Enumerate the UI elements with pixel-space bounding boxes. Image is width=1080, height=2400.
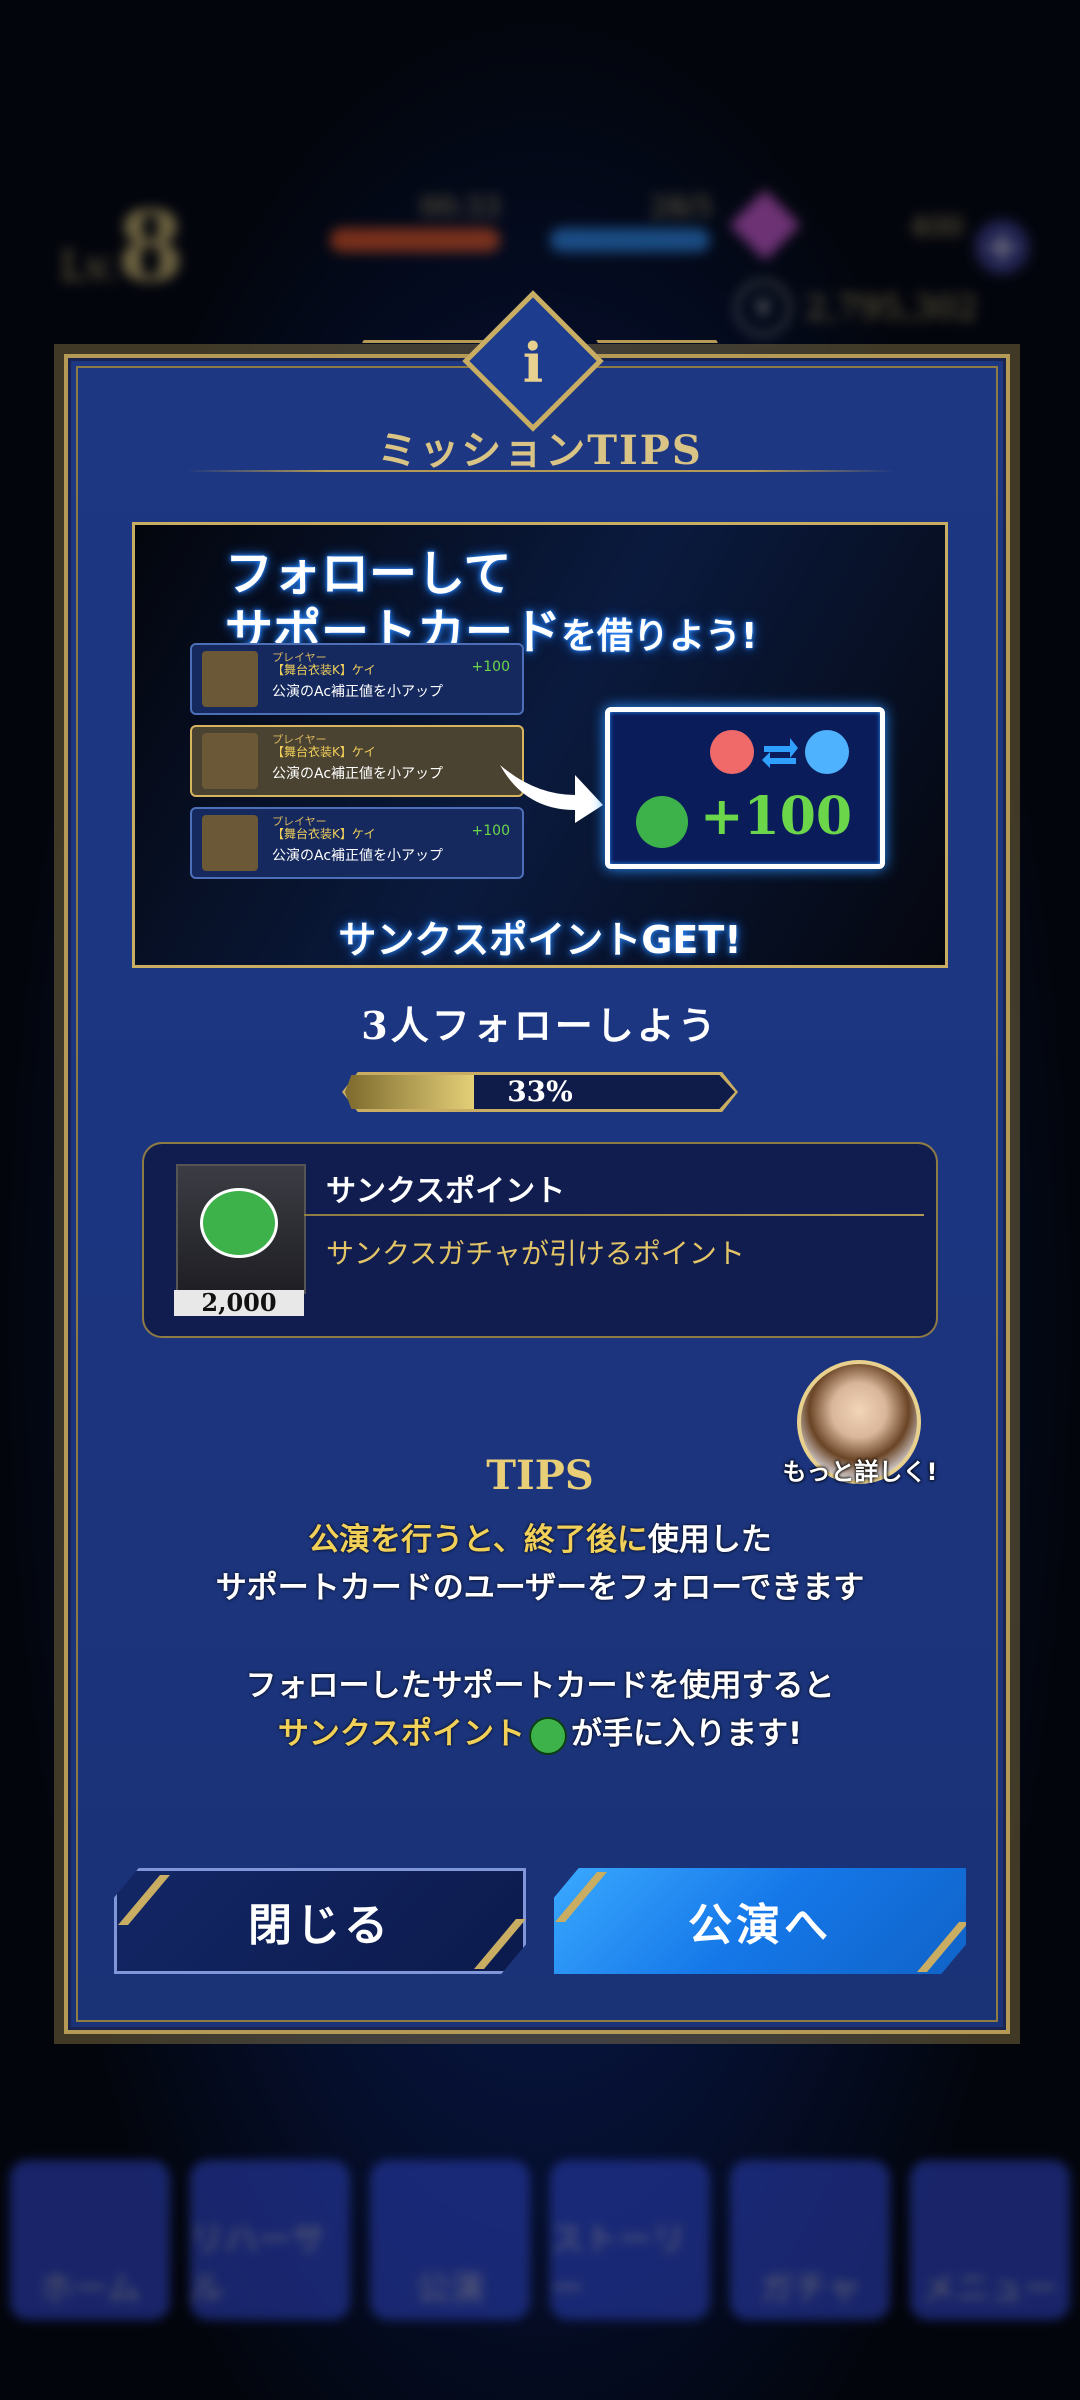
reward-count: 2,000: [174, 1290, 304, 1316]
card-desc: 公演のAc補正値を小アップ: [272, 766, 444, 782]
banner-footer: サンクスポイントGET!: [338, 918, 742, 962]
sad-emoji-icon: [710, 730, 754, 774]
swap-arrows-icon: [762, 738, 798, 768]
nav-performance[interactable]: 公演: [370, 2160, 530, 2320]
support-card-sample: プレイヤー 【舞台衣装K】ケイ +100 公演のAc補正値を小アップ: [190, 807, 524, 879]
card-bonus: +100: [471, 823, 510, 839]
card-desc: 公演のAc補正値を小アップ: [272, 684, 444, 700]
card-desc: 公演のAc補正値を小アップ: [272, 848, 444, 864]
reward-item-icon: [176, 1164, 306, 1294]
tips-heading: TIPS: [486, 1452, 594, 1499]
card-portrait: [202, 815, 258, 871]
stamina-bar: [330, 228, 500, 252]
header-ornament-right: [596, 340, 724, 353]
card-portrait: [202, 733, 258, 789]
title-divider: [185, 470, 895, 472]
level-prefix: Lv.: [60, 244, 118, 290]
tips-line-2: サポートカードのユーザーをフォローできます: [215, 1570, 865, 1606]
card-name: 【舞台衣装K】ケイ: [272, 663, 376, 677]
level-value: 8: [117, 190, 184, 303]
close-button-label: 閉じる: [248, 1900, 392, 1951]
dialog-title: ミッションTIPS: [377, 427, 703, 474]
bp-bar: [550, 228, 710, 252]
tips-line-1: 公演を行うと、終了後に使用した: [0, 1514, 1080, 1559]
nav-story[interactable]: ストーリー: [550, 2160, 710, 2320]
tips-line-3: フォローしたサポートカードを使用すると: [245, 1668, 835, 1704]
banner-headline-line1: フォローして: [225, 546, 512, 602]
progress-label: 33%: [507, 1075, 573, 1108]
gem-icon: [729, 189, 801, 261]
card-bonus: +100: [471, 659, 510, 675]
tips-line-4: サンクスポイント が手に入ります!: [0, 1708, 1080, 1755]
banner-headline-line2b: を借りよう!: [561, 616, 758, 657]
go-to-performance-button[interactable]: 公演へ: [554, 1868, 966, 1974]
mission-text: 3人フォローしよう: [361, 1003, 719, 1048]
player-level: Lv.8: [60, 190, 184, 303]
card-name: 【舞台衣装K】ケイ: [272, 745, 376, 759]
card-portrait: [202, 651, 258, 707]
thanks-point-icon: [200, 1188, 278, 1258]
support-card-sample: プレイヤー 【舞台衣装K】ケイ +100 公演のAc補正値を小アップ: [190, 643, 524, 715]
arrow-icon: [500, 765, 603, 823]
nav-home[interactable]: ホーム: [10, 2160, 170, 2320]
coin-count: 2,795,302: [805, 288, 979, 328]
stamina-timer: 00:33: [420, 190, 501, 223]
add-gems-button[interactable]: +: [975, 220, 1029, 274]
close-button[interactable]: 閉じる: [114, 1868, 526, 1974]
support-card-sample: プレイヤー 【舞台衣装K】ケイ 公演のAc補正値を小アップ: [190, 725, 524, 797]
go-button-label: 公演へ: [688, 1900, 832, 1951]
thanks-point-icon: [636, 796, 688, 848]
neutral-emoji-icon: [805, 730, 849, 774]
bp-counter: 28/5: [650, 190, 713, 223]
nav-rehearsal[interactable]: リハーサル: [190, 2160, 350, 2320]
card-name: 【舞台衣装K】ケイ: [272, 827, 376, 841]
bonus-value: +100: [700, 786, 853, 847]
nav-gacha[interactable]: ガチャ: [730, 2160, 890, 2320]
tips-banner: フォローして サポートカードを借りよう! プレイヤー 【舞台衣装K】ケイ +10…: [132, 522, 948, 968]
reward-divider: [304, 1214, 924, 1216]
coin-icon: ¥: [735, 280, 791, 336]
info-icon: i: [522, 331, 544, 395]
reward-description: サンクスガチャが引けるポイント: [326, 1237, 745, 1270]
tips-line-1-rest: 使用した: [647, 1522, 772, 1558]
thanks-point-icon: [528, 1716, 567, 1755]
mission-progress-bar: 33%: [342, 1072, 738, 1112]
gem-count: 400: [910, 210, 964, 243]
reward-name: サンクスポイント: [326, 1174, 566, 1209]
bonus-box: +100: [605, 707, 885, 869]
nav-menu[interactable]: メニュー: [910, 2160, 1070, 2320]
tips-line-1-highlight: 公演を行うと、終了後に: [308, 1522, 648, 1558]
tips-line-4-highlight: サンクスポイント: [277, 1716, 525, 1752]
header-ornament-left: [356, 340, 484, 353]
tips-line-4-rest: が手に入ります!: [570, 1716, 803, 1752]
bottom-nav: ホーム リハーサル 公演 ストーリー ガチャ メニュー: [0, 2120, 1080, 2320]
